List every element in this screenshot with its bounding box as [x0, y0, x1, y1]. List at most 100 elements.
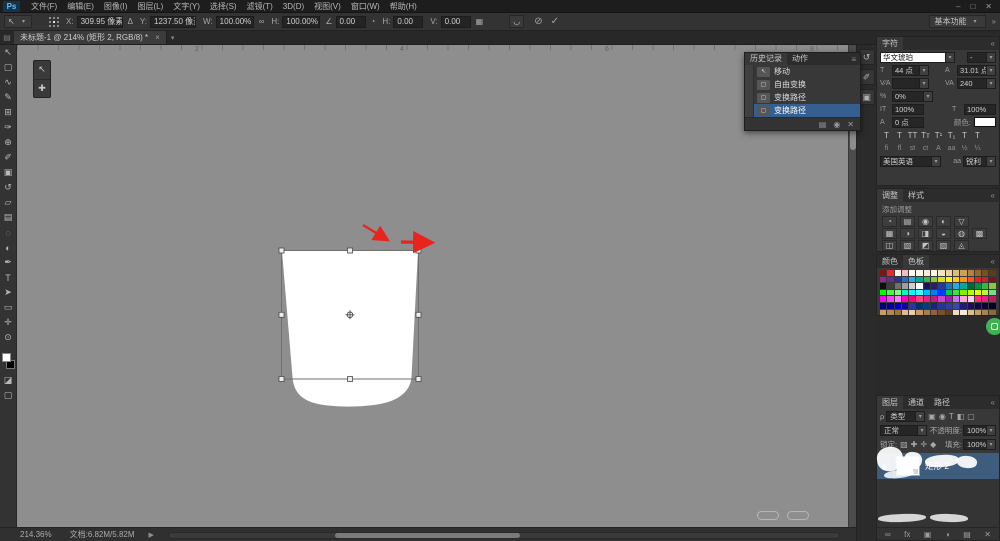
swatch[interactable] [953, 283, 959, 289]
opentype-feature-button[interactable]: ½ [958, 143, 971, 153]
menu-item[interactable]: 滤镜(T) [242, 0, 278, 13]
dodge-tool[interactable]: ◐ [0, 240, 17, 255]
swatch[interactable] [975, 303, 981, 309]
swatch[interactable] [880, 283, 886, 289]
swatch[interactable] [909, 296, 915, 302]
healing-brush-tool[interactable]: ⊕ [0, 135, 17, 150]
warp-mode-button[interactable]: ◡ [509, 15, 524, 28]
tab-样式[interactable]: 样式 [903, 189, 929, 202]
swatch[interactable] [938, 310, 944, 316]
history-state-row[interactable]: ↖移动 [745, 65, 860, 78]
history-state-row[interactable]: ▢自由变换 [745, 78, 860, 91]
swatch[interactable] [989, 283, 995, 289]
horizontal-scrollbar-thumb[interactable] [335, 533, 520, 538]
swatch[interactable] [989, 296, 995, 302]
layer-filter-icon[interactable]: ◧ [957, 412, 965, 421]
anti-alias-select[interactable]: 锐利 [963, 156, 987, 167]
adjustment-icon[interactable]: ◨ [918, 228, 933, 239]
menu-item[interactable]: 图像(I) [99, 0, 133, 13]
swatch[interactable] [953, 290, 959, 296]
hand-tool[interactable]: ✛ [0, 315, 17, 330]
adjustment-icon[interactable]: ▤ [900, 216, 915, 227]
text-style-button[interactable]: T [971, 130, 984, 141]
text-color-swatch[interactable] [974, 117, 996, 127]
text-style-button[interactable]: T [958, 130, 971, 141]
vertical-skew-field[interactable]: 0.00 [441, 16, 471, 28]
swatch[interactable] [946, 270, 952, 276]
swatch[interactable] [887, 270, 893, 276]
swatch[interactable] [924, 303, 930, 309]
layer-filter-icon[interactable]: T [949, 412, 954, 421]
foreground-color-swatch[interactable] [2, 353, 11, 362]
delete-state-icon[interactable]: ✕ [847, 120, 854, 129]
type-tool[interactable]: T [0, 270, 17, 285]
marquee-tool[interactable]: ▢ [0, 60, 17, 75]
tab-颜色[interactable]: 颜色 [877, 255, 903, 268]
collapse-icon[interactable]: « [991, 255, 995, 268]
swatch[interactable] [982, 296, 988, 302]
swatch[interactable] [938, 290, 944, 296]
swatch[interactable] [975, 296, 981, 302]
swatch[interactable] [887, 290, 893, 296]
language-select[interactable]: 美国英语 [880, 156, 932, 167]
kerning-field[interactable] [892, 78, 920, 89]
swatch[interactable] [880, 290, 886, 296]
opentype-feature-button[interactable]: ﬂ [893, 143, 906, 153]
chevron-down-icon[interactable]: ▾ [920, 65, 929, 76]
swatch[interactable] [909, 283, 915, 289]
eyedropper-tool[interactable]: ✑ [0, 120, 17, 135]
swatch[interactable] [938, 296, 944, 302]
overflow-icon[interactable]: » [992, 17, 996, 26]
swatch[interactable] [960, 296, 966, 302]
workspace-switcher[interactable]: 基本功能 ▾ [929, 15, 986, 28]
swatch[interactable] [960, 277, 966, 283]
lock-icon[interactable]: ◆ [930, 440, 936, 449]
menu-item[interactable]: 编辑(E) [62, 0, 99, 13]
layer-filter-icon[interactable]: ▣ [928, 412, 936, 421]
swatch[interactable] [989, 310, 995, 316]
menu-item[interactable]: 窗口(W) [346, 0, 385, 13]
chevron-down-icon[interactable]: ▾ [920, 78, 929, 89]
history-source-checkbox[interactable] [745, 91, 754, 104]
swatch[interactable] [968, 283, 974, 289]
brush-tool[interactable]: ✐ [0, 150, 17, 165]
notification-badge[interactable] [986, 318, 1000, 335]
menu-item[interactable]: 帮助(H) [385, 0, 422, 13]
swatch[interactable] [989, 290, 995, 296]
tool-preset-picker[interactable]: ↖ ▾ [4, 15, 32, 28]
chevron-down-icon[interactable]: ▾ [918, 425, 927, 436]
blend-mode-select[interactable]: 正常 [880, 425, 918, 436]
status-flyout-icon[interactable]: ▶ [149, 531, 154, 539]
proportional-spacing-field[interactable]: 0% [892, 91, 924, 102]
history-brush-tool[interactable]: ↺ [0, 180, 17, 195]
swatch[interactable] [953, 310, 959, 316]
swatch[interactable] [953, 270, 959, 276]
tab-色板[interactable]: 色板 [903, 255, 929, 268]
swatch[interactable] [895, 296, 901, 302]
layer-filter-select[interactable]: 类型 [886, 411, 916, 422]
swatch[interactable] [946, 296, 952, 302]
quick-selection-tool[interactable]: ✎ [0, 90, 17, 105]
swatch[interactable] [953, 296, 959, 302]
history-source-checkbox[interactable] [745, 104, 754, 117]
tab-历史记录[interactable]: 历史记录 [745, 53, 787, 65]
tab-调整[interactable]: 调整 [877, 189, 903, 202]
link-dimensions-icon[interactable]: ∞ [259, 17, 265, 26]
swatch[interactable] [931, 303, 937, 309]
swatch[interactable] [946, 310, 952, 316]
chevron-down-icon[interactable]: ▾ [987, 425, 996, 436]
swatch[interactable] [916, 277, 922, 283]
tracking-field[interactable]: 240 [957, 78, 987, 89]
swatch[interactable] [902, 270, 908, 276]
swatch[interactable] [887, 277, 893, 283]
swatch[interactable] [960, 303, 966, 309]
swatch[interactable] [902, 277, 908, 283]
adjustment-icon[interactable]: ▧ [900, 240, 915, 251]
adjustment-icon[interactable]: ◉ [918, 216, 933, 227]
chevron-down-icon[interactable]: ▾ [946, 52, 955, 63]
swatch[interactable] [880, 270, 886, 276]
rotation-field[interactable]: 0.00 [336, 16, 366, 28]
swatch[interactable] [924, 283, 930, 289]
swatch[interactable] [989, 277, 995, 283]
layer-filter-icon[interactable]: ◉ [939, 412, 946, 421]
